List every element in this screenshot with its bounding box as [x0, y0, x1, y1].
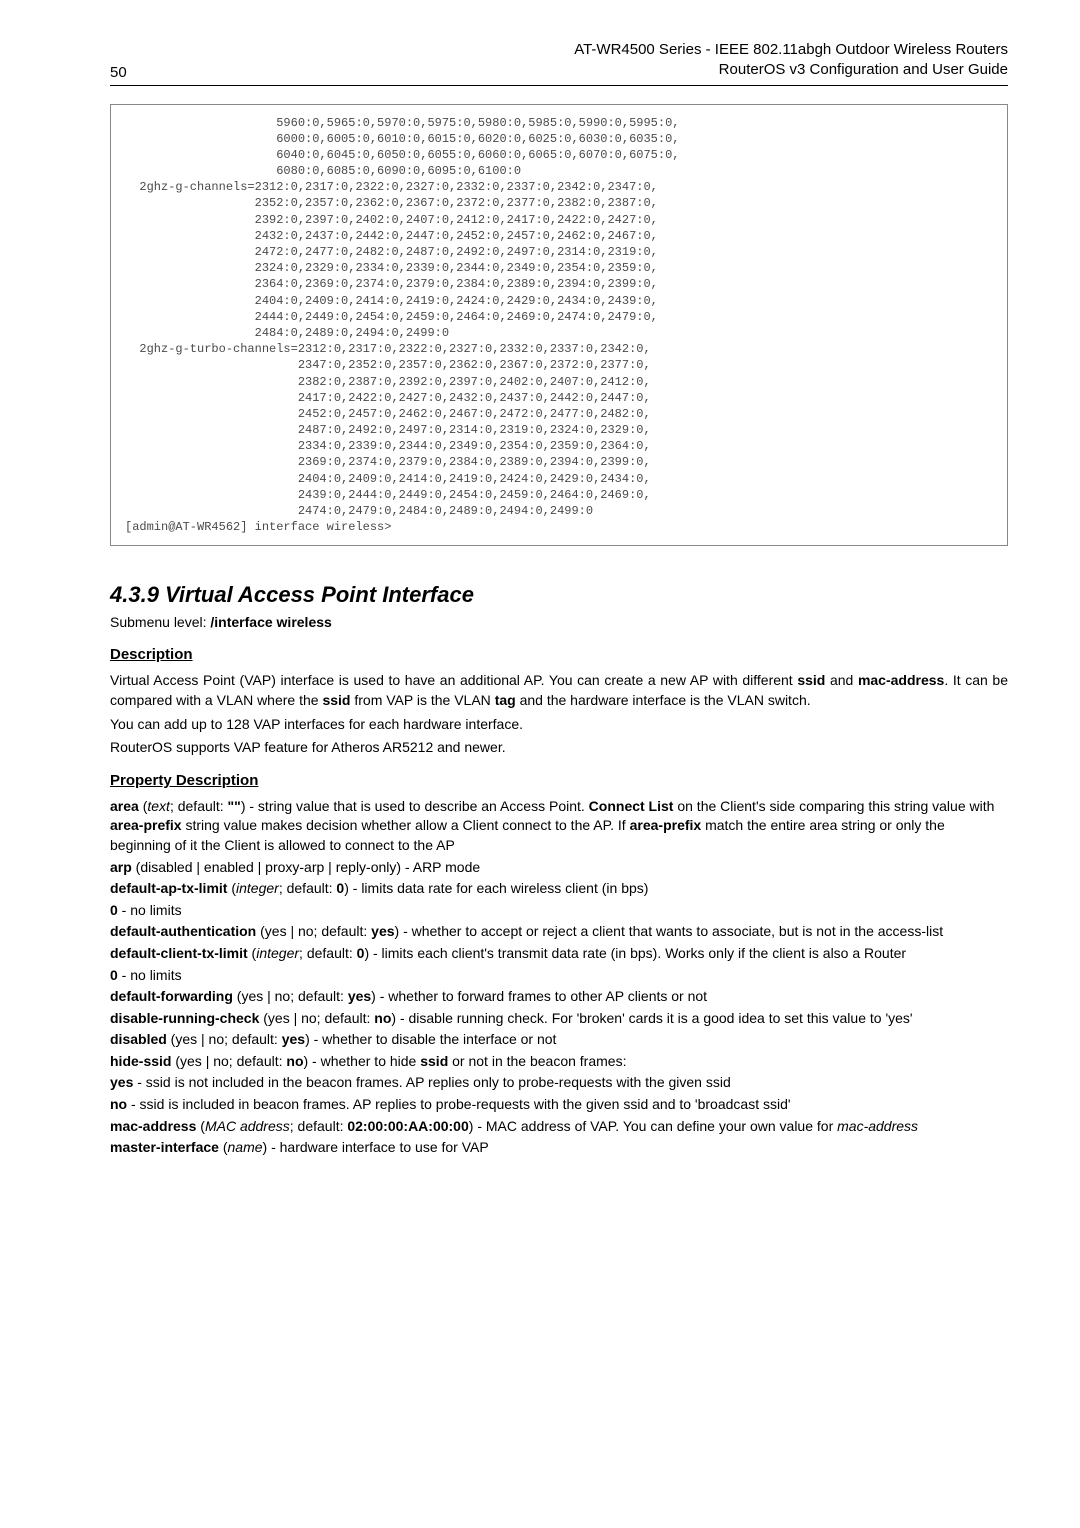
prop-default-client-tx-limit: default-client-tx-limit (integer; defaul… [110, 944, 1008, 964]
property-list: area (text; default: "") - string value … [110, 797, 1008, 1158]
prop-hide-ssid-yes: yes - ssid is not included in the beacon… [110, 1073, 1008, 1093]
prop-default-authentication: default-authentication (yes | no; defaul… [110, 922, 1008, 942]
prop-area: area (text; default: "") - string value … [110, 797, 1008, 856]
description-para3: RouterOS supports VAP feature for Athero… [110, 738, 1008, 758]
prop-disabled: disabled (yes | no; default: yes) - whet… [110, 1030, 1008, 1050]
prop-mac-address: mac-address (MAC address; default: 02:00… [110, 1117, 1008, 1137]
section-heading: 4.3.9 Virtual Access Point Interface [110, 582, 1008, 608]
prop-hide-ssid-no: no - ssid is included in beacon frames. … [110, 1095, 1008, 1115]
prop-default-ap-tx-limit: default-ap-tx-limit (integer; default: 0… [110, 879, 1008, 899]
page-header: 50 AT-WR4500 Series - IEEE 802.11abgh Ou… [110, 40, 1008, 86]
prop-default-forwarding: default-forwarding (yes | no; default: y… [110, 987, 1008, 1007]
prop-disable-running-check: disable-running-check (yes | no; default… [110, 1009, 1008, 1029]
submenu-path: /interface wireless [210, 614, 331, 630]
prop-default-ap-tx-limit-zero: 0 - no limits [110, 901, 1008, 921]
header-title-line2: RouterOS v3 Configuration and User Guide [719, 61, 1008, 78]
description-para2: You can add up to 128 VAP interfaces for… [110, 715, 1008, 735]
prop-default-client-tx-limit-zero: 0 - no limits [110, 966, 1008, 986]
property-description-heading: Property Description [110, 772, 1008, 789]
submenu-level: Submenu level: /interface wireless [110, 614, 1008, 630]
submenu-prefix: Submenu level: [110, 614, 210, 630]
header-title: AT-WR4500 Series - IEEE 802.11abgh Outdo… [574, 40, 1008, 81]
code-block: 5960:0,5965:0,5970:0,5975:0,5980:0,5985:… [110, 104, 1008, 547]
header-title-line1: AT-WR4500 Series - IEEE 802.11abgh Outdo… [574, 41, 1008, 58]
page-container: 50 AT-WR4500 Series - IEEE 802.11abgh Ou… [0, 0, 1080, 1220]
description-para1: Virtual Access Point (VAP) interface is … [110, 671, 1008, 710]
page-number: 50 [110, 64, 127, 81]
prop-hide-ssid: hide-ssid (yes | no; default: no) - whet… [110, 1052, 1008, 1072]
description-heading: Description [110, 646, 1008, 663]
prop-arp: arp (disabled | enabled | proxy-arp | re… [110, 858, 1008, 878]
prop-master-interface: master-interface (name) - hardware inter… [110, 1138, 1008, 1158]
